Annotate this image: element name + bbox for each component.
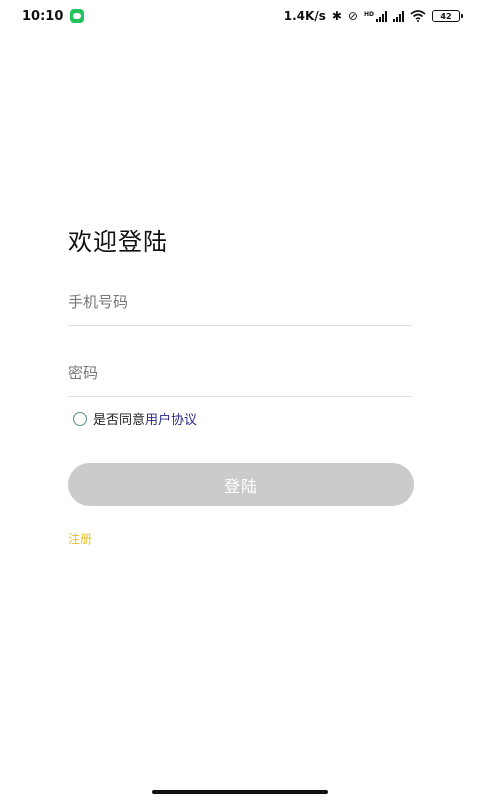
home-indicator[interactable] <box>152 790 328 794</box>
register-link[interactable]: 注册 <box>68 530 92 547</box>
network-speed: 1.4K/s <box>283 9 326 23</box>
page-title: 欢迎登陆 <box>68 228 168 256</box>
wifi-icon <box>410 10 426 22</box>
battery-icon: 42 <box>432 10 463 22</box>
signal-icon: HD <box>364 10 387 22</box>
status-bar-left: 10:10 <box>22 8 85 24</box>
password-field <box>68 349 412 397</box>
status-bar-right: 1.4K/s ✱ ⊘ HD 42 <box>283 9 463 23</box>
signal-icon-2 <box>393 10 404 22</box>
status-bar: 10:10 1.4K/s ✱ ⊘ HD 42 <box>0 0 480 32</box>
status-time: 10:10 <box>22 8 64 24</box>
agreement-row: 是否同意用户协议 <box>73 409 197 428</box>
wechat-icon <box>70 9 85 23</box>
agree-label: 是否同意 <box>93 413 146 428</box>
login-screen: 10:10 1.4K/s ✱ ⊘ HD 42 欢迎登陆 手机号码 是否同意用户协… <box>0 0 480 800</box>
phone-field <box>68 278 412 326</box>
bluetooth-icon: ✱ <box>331 9 342 23</box>
password-input[interactable] <box>68 349 412 396</box>
login-button[interactable]: 登陆 <box>68 463 414 506</box>
agree-radio[interactable] <box>73 411 87 426</box>
phone-input[interactable] <box>68 278 412 325</box>
user-agreement-link[interactable]: 用户协议 <box>145 413 197 428</box>
battery-level: 42 <box>440 11 452 21</box>
mute-icon: ⊘ <box>347 9 358 23</box>
